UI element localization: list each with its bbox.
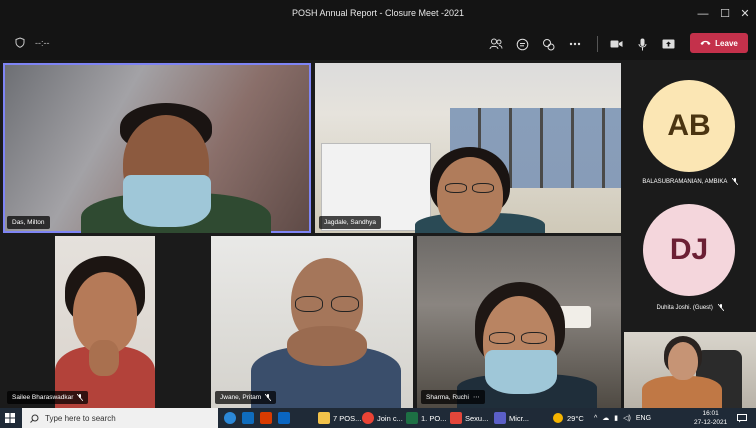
taskbar-app-label: Micr...	[509, 413, 529, 423]
hands	[287, 326, 367, 366]
more-icon[interactable]: ⋯	[473, 393, 480, 401]
taskbar-app[interactable]: Join c...	[362, 408, 403, 428]
participant-name: Sharma, Ruchi	[426, 393, 469, 401]
side-panel: AB BALASUBRAMANIAN, AMBIKA DJ Duhita Jos…	[624, 60, 756, 408]
teams-window: POSH Annual Report - Closure Meet -2021 …	[0, 0, 756, 408]
title-bar: POSH Annual Report - Closure Meet -2021 …	[0, 0, 756, 28]
side-participant-name: Duhita Joshi. (Guest)	[656, 305, 713, 312]
microphone-icon[interactable]	[632, 34, 652, 54]
taskbar-app-label: 7 POS...	[333, 413, 362, 423]
muted-mic-icon	[717, 303, 724, 312]
participant-name: Sailee Bharaswadkar	[12, 394, 74, 401]
participant-nametag: Jagdale, Sandhya	[319, 216, 382, 229]
toolbar-divider	[597, 36, 598, 52]
weather-temp: 29°C	[567, 413, 584, 423]
onedrive-icon[interactable]: ☁	[602, 414, 609, 422]
taskbar-app-label: Sexu...	[465, 413, 489, 423]
store-icon[interactable]	[278, 412, 290, 424]
pinned-apps	[224, 408, 290, 428]
video-tile[interactable]: Sailee Bharaswadkar	[3, 236, 207, 408]
taskbar-app[interactable]: 7 POS...	[318, 408, 361, 428]
phone-hangup-icon	[700, 40, 711, 45]
window-title: POSH Annual Report - Closure Meet -2021	[291, 8, 465, 18]
leave-button[interactable]: Leave	[690, 33, 748, 53]
close-button[interactable]: ✕	[734, 4, 756, 24]
chevron-up-icon[interactable]: ^	[594, 415, 597, 422]
taskbar-search[interactable]: Type here to search	[22, 408, 218, 428]
meeting-timer: --:--	[35, 37, 50, 48]
clock-date: 27-12-2021	[694, 419, 728, 426]
meeting-info: --:--	[15, 37, 50, 48]
volume-icon[interactable]: ◁)	[623, 414, 631, 422]
video-stage: Das, Milton Jagdale, Sandhya Sailee Bhar…	[0, 60, 624, 408]
windows-taskbar: Type here to search 7 POS... Join c... 1…	[0, 408, 756, 428]
participant-name: Duhita Joshi. (Guest)	[624, 303, 756, 312]
self-head	[668, 342, 698, 380]
office-icon[interactable]	[260, 412, 272, 424]
weather-widget[interactable]: 29°C	[553, 408, 584, 428]
video-tile[interactable]: Das, Milton	[3, 63, 311, 233]
excel-icon	[406, 412, 418, 424]
taskbar-app-label: 1. PO...	[421, 413, 447, 423]
side-participant-name: BALASUBRAMANIAN, AMBIKA	[642, 179, 728, 186]
participant-name: Jagdale, Sandhya	[324, 219, 377, 226]
taskbar-app[interactable]: Micr...	[494, 408, 529, 428]
reactions-icon[interactable]	[538, 34, 558, 54]
video-tile[interactable]: Jwane, Pritam	[211, 236, 413, 408]
leave-label: Leave	[715, 38, 738, 48]
pdf-icon	[450, 412, 462, 424]
mail-icon[interactable]	[242, 412, 254, 424]
muted-mic-icon	[265, 394, 272, 401]
participant-nametag: Sharma, Ruchi ⋯	[421, 390, 485, 404]
muted-mic-icon	[731, 177, 738, 186]
edge-icon[interactable]	[224, 412, 236, 424]
chat-icon[interactable]	[512, 34, 532, 54]
camera-icon[interactable]	[606, 34, 626, 54]
video-tile[interactable]: Sharma, Ruchi ⋯	[417, 236, 621, 408]
teams-icon	[494, 412, 506, 424]
network-icon[interactable]: ▮	[614, 414, 618, 422]
search-icon	[30, 414, 39, 423]
minimize-button[interactable]: —	[692, 4, 714, 24]
participant-name: Jwane, Pritam	[220, 394, 262, 401]
windows-icon	[5, 413, 15, 423]
folder-icon	[318, 412, 330, 424]
notifications-icon[interactable]	[737, 408, 747, 428]
participants-icon[interactable]	[486, 34, 506, 54]
self-view[interactable]	[624, 332, 756, 408]
system-tray: ^ ☁ ▮ ◁) ENG	[594, 408, 651, 428]
maximize-button[interactable]: ☐	[714, 4, 736, 24]
participant-nametag: Das, Milton	[7, 216, 50, 229]
avatar-initials: DJ	[669, 233, 709, 266]
participant-name: Das, Milton	[12, 219, 45, 226]
sun-icon	[553, 413, 563, 423]
avatar-initials: AB	[667, 109, 711, 142]
share-screen-icon[interactable]	[658, 34, 678, 54]
avatar[interactable]: AB	[643, 80, 735, 172]
participant-nametag: Jwane, Pritam	[215, 391, 277, 404]
avatar[interactable]: DJ	[643, 204, 735, 296]
chrome-icon	[362, 412, 374, 424]
language-indicator[interactable]: ENG	[636, 415, 651, 422]
muted-mic-icon	[77, 394, 84, 401]
meeting-toolbar: --:-- Leave	[0, 28, 756, 60]
taskbar-app-label: Join c...	[377, 413, 403, 423]
clock[interactable]: 16:01 27-12-2021	[694, 409, 727, 427]
participant-name: BALASUBRAMANIAN, AMBIKA	[624, 177, 756, 186]
participant-nametag: Sailee Bharaswadkar	[7, 391, 89, 404]
self-body	[642, 376, 722, 408]
shield-icon[interactable]	[15, 37, 25, 48]
hand	[89, 340, 119, 376]
search-placeholder: Type here to search	[45, 413, 116, 423]
clock-time: 16:01	[702, 410, 719, 417]
taskbar-app[interactable]: Sexu...	[450, 408, 488, 428]
taskbar-app[interactable]: 1. PO...	[406, 408, 446, 428]
more-options-icon[interactable]	[565, 34, 585, 54]
video-tile[interactable]: Jagdale, Sandhya	[315, 63, 621, 233]
start-button[interactable]	[5, 408, 15, 428]
